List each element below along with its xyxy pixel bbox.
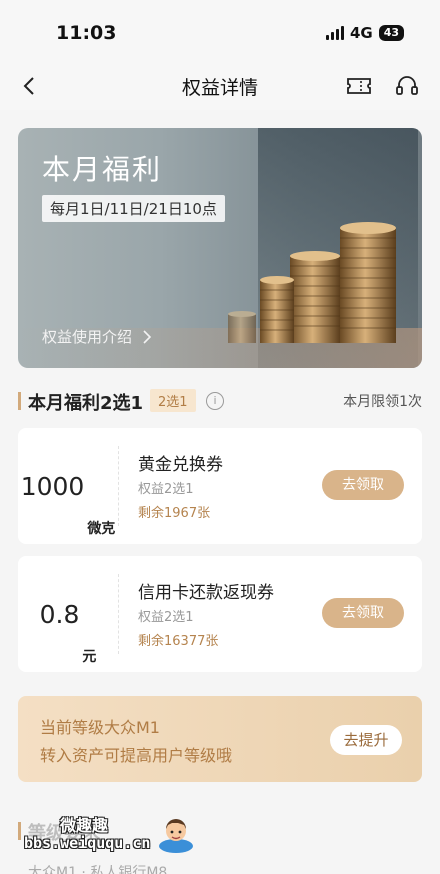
status-indicators: 4G 43 (325, 24, 404, 42)
chevron-right-icon (143, 329, 152, 344)
coupon-amount: 0.8 元 (18, 556, 118, 672)
card-divider (118, 446, 119, 526)
section-tag: 2选1 (150, 389, 196, 412)
coupon-amount-unit: 元 (82, 649, 97, 665)
site-watermark: 微趣趣 bbs.weiququ.cn (24, 812, 204, 862)
coupon-rule: 权益2选1 (138, 610, 194, 625)
mascot-icon (159, 819, 193, 853)
coupon-name: 信用卡还款返现券 (138, 583, 274, 603)
card-divider (118, 574, 119, 654)
level-hint: 转入资产可提高用户等级哦 (40, 746, 233, 765)
status-time: 11:03 (56, 22, 117, 44)
status-bar: 11:03 4G 43 (0, 0, 440, 62)
coupon-rule: 权益2选1 (138, 482, 194, 497)
benefit-intro-label: 权益使用介绍 (42, 328, 133, 346)
battery-icon: 43 (378, 25, 404, 41)
coupon-remaining: 剩余16377张 (138, 634, 219, 649)
section-marker (18, 392, 21, 410)
claim-button[interactable]: 去领取 (322, 470, 404, 500)
level-requirements-text: 大众M1 · 私人银行M8 (28, 865, 168, 874)
coupon-amount-value: 1000 (20, 471, 85, 501)
coupon-name: 黄金兑换券 (138, 455, 223, 475)
network-type: 4G (349, 24, 373, 42)
section-header: 本月福利2选1 2选1 i 本月限领1次 (18, 388, 422, 414)
page-title: 权益详情 (181, 77, 258, 99)
watermark-bottom: bbs.weiququ.cn (24, 834, 151, 852)
benefit-intro-link[interactable]: 权益使用介绍 (42, 326, 152, 347)
coupon-card-gold: 1000 微克 黄金兑换券 权益2选1 剩余1967张 去领取 (18, 428, 422, 544)
coupon-card-cashback: 0.8 元 信用卡还款返现券 权益2选1 剩余16377张 去领取 (18, 556, 422, 672)
current-level: 当前等级大众M1 (40, 718, 160, 737)
level-banner: 当前等级大众M1 转入资产可提高用户等级哦 去提升 (18, 696, 422, 782)
coupon-amount-unit: 微克 (87, 521, 116, 537)
upgrade-button[interactable]: 去提升 (330, 725, 402, 755)
nav-bar: 权益详情 (0, 62, 440, 110)
section-title: 本月福利2选1 (28, 393, 144, 414)
section-marker (18, 822, 21, 840)
watermark-top: 微趣趣 (60, 816, 109, 835)
banner-title: 本月福利 (42, 153, 163, 186)
coupon-remaining: 剩余1967张 (138, 506, 211, 521)
banner-schedule: 每月1日/11日/21日10点 (42, 195, 225, 222)
coupon-amount-value: 0.8 (39, 599, 80, 629)
coupon-amount: 1000 微克 (18, 428, 118, 544)
section-note: 本月限领1次 (343, 394, 422, 410)
claim-button[interactable]: 去领取 (322, 598, 404, 628)
info-icon[interactable]: i (206, 392, 224, 410)
headset-icon[interactable] (394, 73, 420, 99)
signal-icon (325, 26, 344, 40)
ticket-icon[interactable] (346, 74, 372, 98)
benefit-banner: 本月福利 每月1日/11日/21日10点 权益使用介绍 (18, 128, 422, 368)
